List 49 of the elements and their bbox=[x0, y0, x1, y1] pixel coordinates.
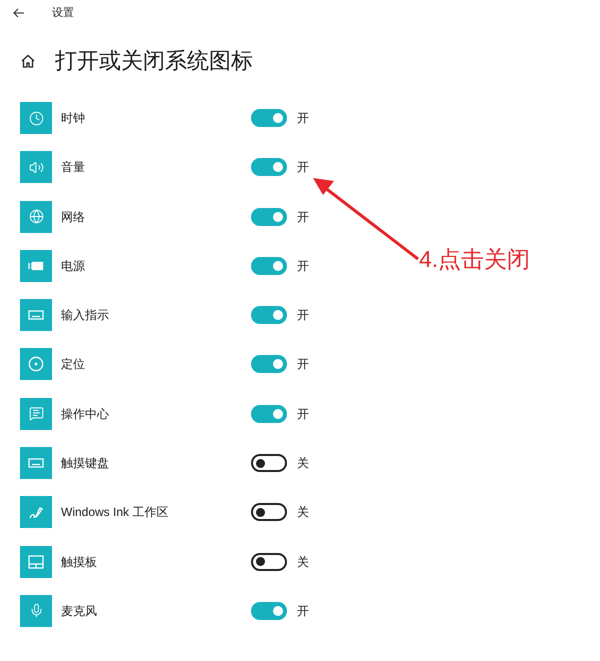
toggle-state: 开 bbox=[297, 110, 309, 127]
toggle-switch[interactable] bbox=[251, 355, 287, 374]
item-label: 触摸键盘 bbox=[61, 455, 110, 472]
toggle-switch[interactable] bbox=[251, 158, 287, 176]
toggle-switch[interactable] bbox=[251, 109, 287, 127]
annotation-text: 4.点击关闭 bbox=[419, 248, 530, 271]
battery-icon bbox=[20, 250, 52, 282]
page-title: 打开或关闭系统图标 bbox=[55, 50, 253, 72]
item-label: 操作中心 bbox=[61, 406, 110, 423]
toggle-switch[interactable] bbox=[251, 404, 287, 423]
target-icon bbox=[20, 348, 52, 380]
item-label: 麦克风 bbox=[61, 602, 98, 620]
message-icon bbox=[20, 398, 52, 430]
microphone-icon bbox=[20, 594, 52, 627]
pen-icon bbox=[20, 496, 52, 528]
toggle-switch[interactable] bbox=[251, 454, 287, 472]
item-label: 音量 bbox=[61, 159, 86, 176]
toggle-state: 开 bbox=[297, 208, 309, 226]
toggle-state: 关 bbox=[297, 554, 309, 571]
item-label: 电源 bbox=[61, 258, 86, 275]
toggle-state: 开 bbox=[297, 159, 309, 176]
toggle-state: 关 bbox=[297, 455, 309, 472]
toggle-state: 关 bbox=[297, 504, 309, 522]
toggle-switch[interactable] bbox=[251, 602, 287, 620]
item-label: 触摸板 bbox=[61, 554, 98, 571]
toggle-state: 开 bbox=[297, 307, 309, 324]
keyboard-icon bbox=[20, 299, 52, 332]
toggle-switch[interactable] bbox=[251, 256, 287, 275]
toggle-switch[interactable] bbox=[251, 503, 287, 522]
toggle-state: 开 bbox=[297, 356, 309, 374]
toggle-switch[interactable] bbox=[251, 208, 287, 226]
touchpad-icon bbox=[20, 546, 52, 578]
toggle-switch[interactable] bbox=[251, 552, 287, 571]
window-title: 设置 bbox=[52, 8, 74, 18]
toggle-state: 开 bbox=[297, 602, 309, 620]
clock-icon bbox=[20, 102, 52, 134]
back-icon[interactable] bbox=[13, 8, 25, 18]
globe-icon bbox=[20, 200, 52, 233]
speaker-icon bbox=[20, 151, 52, 184]
item-label: 时钟 bbox=[61, 110, 86, 127]
toggle-switch[interactable] bbox=[251, 306, 287, 324]
toggle-state: 开 bbox=[297, 406, 309, 423]
item-label: 定位 bbox=[61, 356, 86, 374]
item-label: Windows Ink 工作区 bbox=[61, 504, 170, 522]
item-label: 输入指示 bbox=[61, 307, 110, 324]
toggle-state: 开 bbox=[297, 258, 309, 275]
item-label: 网络 bbox=[61, 208, 86, 226]
keyboard-icon bbox=[20, 447, 52, 480]
home-icon[interactable] bbox=[21, 54, 35, 68]
